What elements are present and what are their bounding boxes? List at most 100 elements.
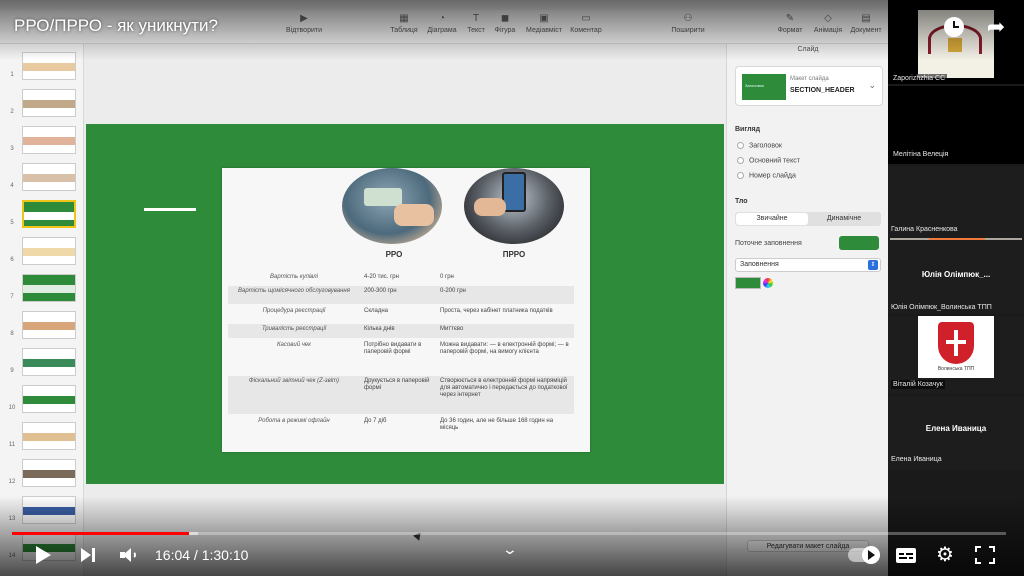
- segment-dynamic[interactable]: Динамічне: [808, 213, 880, 225]
- table-row: Робота в режимі офлайн До 7 діб До 36 годи…: [228, 416, 574, 436]
- share-arrow-icon[interactable]: ➦: [983, 14, 1009, 40]
- slide-thumbnail-1[interactable]: 1: [6, 52, 78, 82]
- table-row: Вартість щомісячного обслуговування 200-3…: [228, 286, 574, 304]
- fullscreen-corner: [975, 558, 981, 564]
- participants-panel: Zaporizhzhia CC Мелітіна Велеція Галина …: [888, 0, 1024, 576]
- slide-number: 6: [10, 257, 14, 263]
- checkbox-title[interactable]: Заголовок: [737, 142, 782, 149]
- table-row: Вартість купівлі 4-20 тис. грн 0 грн: [228, 272, 574, 284]
- thumb-content: [23, 396, 75, 404]
- slide-thumbnail-5[interactable]: 5: [6, 200, 78, 230]
- progress-played: [12, 532, 189, 535]
- slide-thumb-image: [22, 237, 76, 265]
- table-cell: 0 грн: [440, 274, 454, 280]
- autoplay-toggle[interactable]: [848, 546, 880, 564]
- slide-thumbnail-11[interactable]: 11: [6, 422, 78, 452]
- participant-name: Галина Красненкова: [891, 226, 958, 233]
- next-video-button[interactable]: [80, 548, 98, 562]
- participant-tile[interactable]: Волинська ТПП Віталій Козачук: [888, 316, 1024, 394]
- table-cell: 4-20 тис. грн: [364, 274, 399, 280]
- next-icon: [81, 548, 91, 562]
- play-button[interactable]: [34, 545, 52, 565]
- participant-name: Zaporizhzhia CC: [891, 74, 948, 83]
- participant-tile[interactable]: Мелітіна Велеція: [888, 86, 1024, 248]
- slide-thumb-image: [22, 459, 76, 487]
- table-cell: Потрібно видавати в паперовій формі: [364, 342, 422, 355]
- slide-thumb-image: [22, 311, 76, 339]
- slide-thumbnail-13[interactable]: 13: [6, 496, 78, 526]
- toolbar-document-button[interactable]: ▤ Документ: [838, 14, 894, 35]
- volume-button[interactable]: [118, 545, 138, 565]
- fullscreen-corner: [989, 546, 995, 552]
- participant-tile[interactable]: Юлія Олімпюк_... Юлія Олімпюк_Волинська …: [888, 240, 1024, 314]
- color-wheel-icon[interactable]: [763, 278, 773, 288]
- fullscreen-icon[interactable]: [975, 546, 995, 564]
- format-inspector: Слайд Заголовок Макет слайда SECTION_HEA…: [726, 44, 888, 576]
- slide-thumbnail-3[interactable]: 3: [6, 126, 78, 156]
- table-cell: Складна: [364, 308, 389, 314]
- shield-cross: [946, 340, 966, 344]
- media-icon: ▣: [539, 13, 549, 24]
- toolbar-share-button[interactable]: ⚇ Поширити: [660, 14, 716, 35]
- progress-bar[interactable]: [12, 532, 1006, 535]
- slide-thumbnail-4[interactable]: 4: [6, 163, 78, 193]
- slide-thumb-image: [22, 422, 76, 450]
- fill-type-select[interactable]: Заповнення ⇕: [735, 258, 881, 272]
- slide-navigator[interactable]: 1 2 3 4 5 6 7 8 9 10 11 12 13 14: [0, 44, 84, 576]
- shield-emblem: [938, 322, 974, 364]
- slide-number: 3: [10, 146, 14, 152]
- video-player[interactable]: ▶ Відтворити ▦ Таблиця ◔ Діаграма T Текст ◼ Ф…: [0, 0, 1024, 576]
- table-row: Тривалість реєстрації Кілька днів Миттєво: [228, 324, 574, 338]
- slide-divider-line: [144, 208, 196, 211]
- toolbar-comment-button[interactable]: ▭ Коментар: [558, 14, 614, 35]
- table-cell: Вартість щомісячного обслуговування: [238, 288, 350, 294]
- slide-thumbnail-12[interactable]: 12: [6, 459, 78, 489]
- chevron-down-icon[interactable]: ⌄: [502, 541, 518, 558]
- participant-tile[interactable]: Галина Красненкова: [888, 166, 1024, 238]
- watch-later-clock-icon[interactable]: [944, 17, 964, 37]
- segment-static[interactable]: Звичайне: [736, 213, 808, 225]
- next-icon-bar: [92, 548, 95, 562]
- slide-canvas: РРО ПРРО Вартість купівлі 4-20 тис. грн 0 …: [84, 44, 726, 543]
- subtitles-cc-icon[interactable]: [896, 548, 916, 563]
- fill-color-well[interactable]: [735, 277, 761, 289]
- slide-thumbnail-10[interactable]: 10: [6, 385, 78, 415]
- slide-thumb-image: [22, 274, 76, 302]
- table-cell: Кілька днів: [364, 326, 395, 332]
- video-title[interactable]: РРО/ПРРО - як уникнути?: [14, 16, 218, 36]
- sound-wave-icon: [130, 551, 136, 559]
- slide-number: 1: [10, 72, 14, 78]
- fullscreen-corner: [975, 546, 981, 552]
- checkbox-icon: [737, 172, 744, 179]
- table-cell: Касовий чек: [277, 342, 311, 348]
- participant-tile[interactable]: Zaporizhzhia CC: [888, 0, 1024, 84]
- comparison-image[interactable]: РРО ПРРО Вартість купівлі 4-20 тис. грн 0 …: [222, 168, 590, 452]
- slide-number: 7: [10, 294, 14, 300]
- settings-gear-icon[interactable]: ⚙: [934, 544, 956, 566]
- logo-emblem: [948, 38, 962, 52]
- participant-name: Віталій Козачук: [891, 380, 945, 389]
- slide-thumbnail-6[interactable]: 6: [6, 237, 78, 267]
- thumb-content: [23, 359, 75, 367]
- thumb-content: [23, 285, 75, 293]
- slide-number: 11: [8, 442, 16, 448]
- prro-smartphone-photo: [464, 168, 564, 244]
- slide-thumbnail-7[interactable]: 7: [6, 274, 78, 304]
- slide-layout-selector[interactable]: Заголовок Макет слайда SECTION_HEADER ⌄: [735, 66, 883, 106]
- participant-tile[interactable]: Елена Иваница Елена Иваница: [888, 396, 1024, 470]
- inspector-title: Слайд: [797, 46, 819, 53]
- slide[interactable]: РРО ПРРО Вартість купівлі 4-20 тис. грн 0 …: [86, 124, 724, 543]
- checkbox-body[interactable]: Основний текст: [737, 157, 800, 164]
- table-cell: 200-300 грн: [364, 288, 397, 294]
- slide-thumbnail-2[interactable]: 2: [6, 89, 78, 119]
- slide-thumb-image: [22, 89, 76, 117]
- slide-thumbnail-8[interactable]: 8: [6, 311, 78, 341]
- background-segmented-control[interactable]: Звичайне Динамічне: [735, 212, 881, 226]
- slide-thumbnail-9[interactable]: 9: [6, 348, 78, 378]
- checkbox-slide-number[interactable]: Номер слайда: [737, 172, 796, 179]
- current-fill-swatch[interactable]: [839, 236, 879, 250]
- table-cell: Вартість купівлі: [270, 274, 318, 280]
- toolbar-play-button[interactable]: ▶ Відтворити: [276, 14, 332, 35]
- col-header-rro: РРО: [385, 250, 403, 259]
- participant-name: Юлія Олімпюк_Волинська ТПП: [891, 304, 992, 311]
